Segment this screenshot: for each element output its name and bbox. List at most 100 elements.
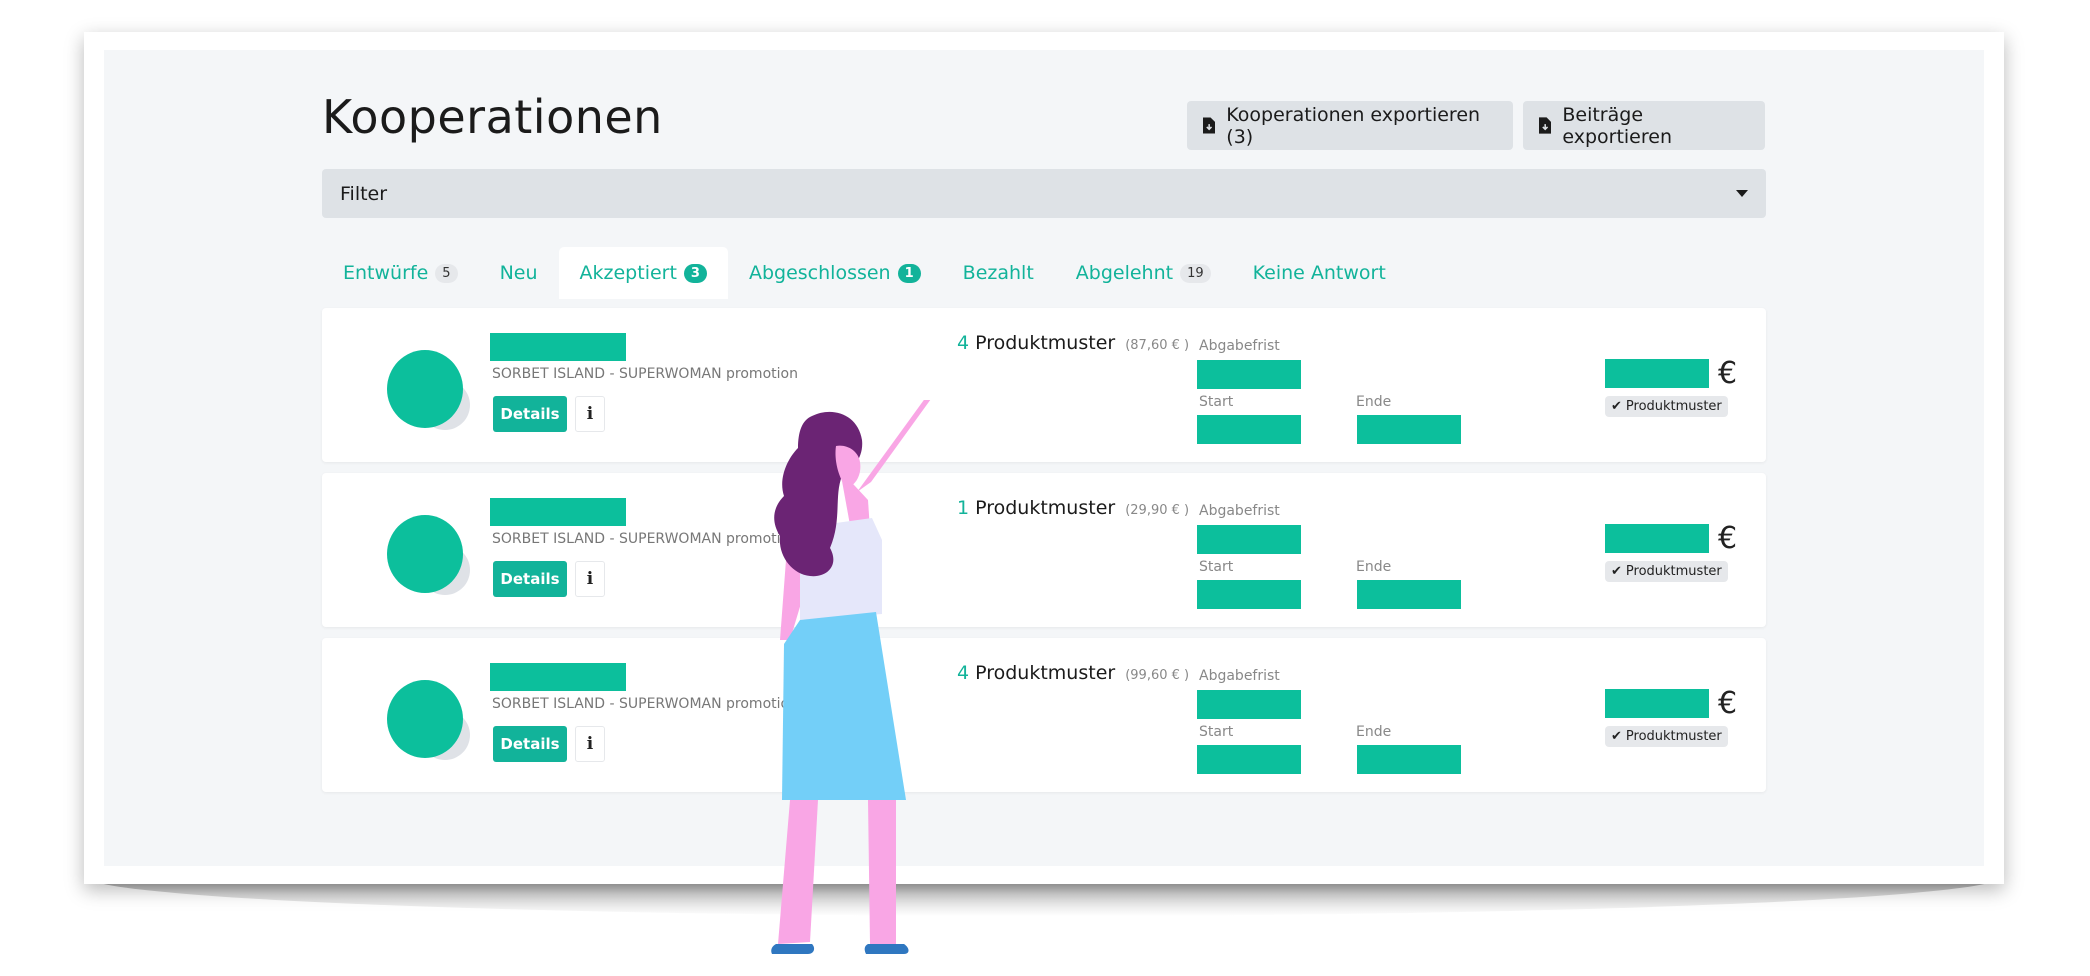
product-sample-badge: ✔ Produktmuster xyxy=(1605,396,1728,417)
sample-count: 4 xyxy=(957,332,970,354)
caret-down-icon xyxy=(1736,190,1748,197)
tab-label: Keine Antwort xyxy=(1252,262,1386,284)
redacted-name xyxy=(490,333,626,361)
redacted-start xyxy=(1197,415,1301,444)
tab-label: Abgelehnt xyxy=(1075,262,1174,284)
tab-count-badge: 1 xyxy=(897,263,921,283)
screenshot-stage: Kooperationen Kooperationen exportieren … xyxy=(0,0,2090,976)
currency-symbol: € xyxy=(1718,521,1738,556)
tab-keine-antwort[interactable]: Keine Antwort xyxy=(1232,247,1407,299)
illustration-skirt xyxy=(782,612,906,800)
info-icon[interactable]: i xyxy=(575,396,605,432)
avatar xyxy=(387,350,463,428)
redacted-name xyxy=(490,498,626,526)
sample-value: (99,60 € ) xyxy=(1125,668,1190,683)
woman-pointing-illustration xyxy=(771,400,931,954)
export-posts-label: Beiträge exportieren xyxy=(1562,103,1672,148)
tab-label: Neu xyxy=(499,262,538,284)
filter-label: Filter xyxy=(340,182,388,205)
export-cooperations-button[interactable]: Kooperationen exportieren (3) xyxy=(1187,101,1513,150)
tab-neu[interactable]: Neu xyxy=(479,247,559,299)
tab-bezahlt[interactable]: Bezahlt xyxy=(942,247,1055,299)
sample-value: (87,60 € ) xyxy=(1125,338,1190,353)
tab-count-badge: 3 xyxy=(683,263,707,283)
campaign-name: SORBET ISLAND - SUPERWOMAN promotion xyxy=(492,696,798,712)
product-samples: 4 Produktmuster (87,60 € ) xyxy=(957,332,1189,354)
details-button[interactable]: Details xyxy=(493,561,567,597)
status-tabs: Entwürfe 5 Neu Akzeptiert 3 Abgeschlosse… xyxy=(322,247,1407,299)
check-icon: ✔ xyxy=(1611,729,1622,744)
redacted-name xyxy=(490,663,626,691)
redacted-end xyxy=(1357,580,1461,609)
tab-count-badge: 5 xyxy=(435,263,458,283)
tab-label: Akzeptiert xyxy=(579,262,677,284)
badge-label: Produktmuster xyxy=(1625,399,1722,414)
redacted-price xyxy=(1605,359,1709,388)
cooperation-card: Q SORBET ISLAND - SUPERWOMAN promotion D… xyxy=(322,308,1766,462)
file-download-icon xyxy=(1539,117,1552,134)
redacted-deadline xyxy=(1197,360,1301,389)
redacted-end xyxy=(1357,415,1461,444)
badge-label: Produktmuster xyxy=(1625,564,1722,579)
info-icon[interactable]: i xyxy=(575,561,605,597)
app-content: Kooperationen Kooperationen exportieren … xyxy=(104,50,1984,866)
illustration-leg xyxy=(778,800,818,944)
avatar xyxy=(387,515,463,593)
check-icon: ✔ xyxy=(1611,399,1622,414)
currency-symbol: € xyxy=(1718,356,1738,391)
redacted-end xyxy=(1357,745,1461,774)
tab-count-badge: 19 xyxy=(1180,263,1211,283)
avatar xyxy=(387,680,463,758)
tab-label: Abgeschlossen xyxy=(748,262,891,284)
sample-label: Produktmuster xyxy=(975,662,1116,684)
end-label: Ende xyxy=(1356,559,1392,575)
browser-frame: Kooperationen Kooperationen exportieren … xyxy=(84,32,2004,884)
product-samples: 4 Produktmuster (99,60 € ) xyxy=(957,662,1189,684)
filter-toggle[interactable]: Filter xyxy=(322,169,1766,218)
redacted-deadline xyxy=(1197,525,1301,554)
cooperation-card: Q SORBET ISLAND - SUPERWOMAN promotion D… xyxy=(322,473,1766,627)
deadline-label: Abgabefrist xyxy=(1199,338,1280,354)
tab-label: Bezahlt xyxy=(962,262,1034,284)
badge-label: Produktmuster xyxy=(1625,729,1722,744)
details-button[interactable]: Details xyxy=(493,396,567,432)
product-sample-badge: ✔ Produktmuster xyxy=(1605,561,1728,582)
deadline-label: Abgabefrist xyxy=(1199,503,1280,519)
file-download-icon xyxy=(1203,117,1216,134)
cooperation-card: Q SORBET ISLAND - SUPERWOMAN promotion D… xyxy=(322,638,1766,792)
tab-label: Entwürfe xyxy=(343,262,429,284)
tab-entwuerfe[interactable]: Entwürfe 5 xyxy=(322,247,479,299)
product-sample-badge: ✔ Produktmuster xyxy=(1605,726,1728,747)
end-label: Ende xyxy=(1356,724,1392,740)
sample-label: Produktmuster xyxy=(975,497,1116,519)
info-icon[interactable]: i xyxy=(575,726,605,762)
start-label: Start xyxy=(1199,724,1234,740)
end-label: Ende xyxy=(1356,394,1392,410)
illustration-leg xyxy=(868,800,896,944)
export-cooperations-label: Kooperationen exportieren (3) xyxy=(1226,103,1481,148)
deadline-label: Abgabefrist xyxy=(1199,668,1280,684)
redacted-start xyxy=(1197,580,1301,609)
sample-value: (29,90 € ) xyxy=(1125,503,1190,518)
redacted-deadline xyxy=(1197,690,1301,719)
export-posts-button[interactable]: Beiträge exportieren xyxy=(1523,101,1765,150)
details-button[interactable]: Details xyxy=(493,726,567,762)
check-icon: ✔ xyxy=(1611,564,1622,579)
tab-abgeschlossen[interactable]: Abgeschlossen 1 xyxy=(728,247,942,299)
illustration-shoe xyxy=(864,944,909,954)
campaign-name: SORBET ISLAND - SUPERWOMAN promotion xyxy=(492,531,798,547)
redacted-price xyxy=(1605,689,1709,718)
start-label: Start xyxy=(1199,559,1234,575)
illustration-arm xyxy=(857,400,931,492)
tab-akzeptiert[interactable]: Akzeptiert 3 xyxy=(558,247,728,299)
illustration-shoe xyxy=(771,944,815,954)
sample-label: Produktmuster xyxy=(975,332,1116,354)
start-label: Start xyxy=(1199,394,1234,410)
page-title: Kooperationen xyxy=(322,90,663,144)
product-samples: 1 Produktmuster (29,90 € ) xyxy=(957,497,1189,519)
campaign-name: SORBET ISLAND - SUPERWOMAN promotion xyxy=(492,366,798,382)
redacted-price xyxy=(1605,524,1709,553)
currency-symbol: € xyxy=(1718,686,1738,721)
tab-abgelehnt[interactable]: Abgelehnt 19 xyxy=(1055,247,1232,299)
redacted-start xyxy=(1197,745,1301,774)
